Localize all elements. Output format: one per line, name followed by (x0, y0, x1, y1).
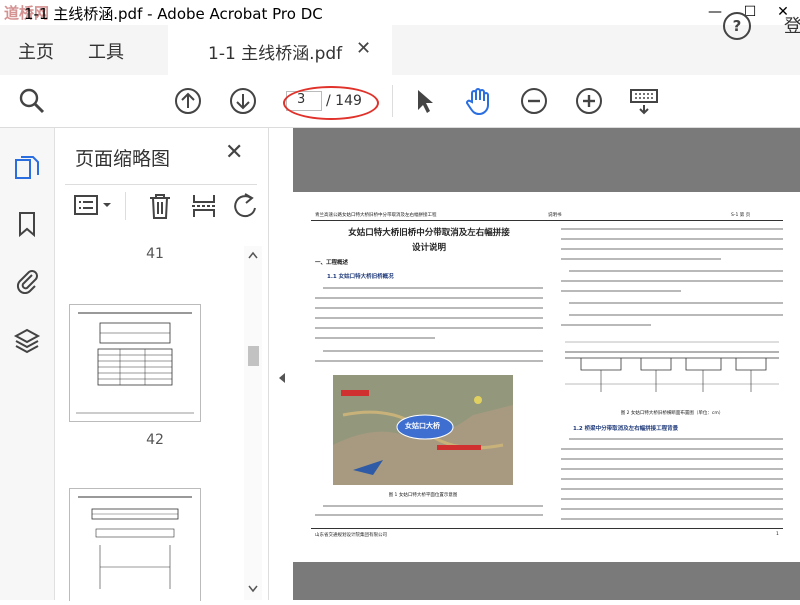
panel-close-button[interactable]: ✕ (225, 140, 243, 165)
figure-caption: 图 1 女姑口特大桥平面位置示意图 (388, 493, 458, 498)
body-text-line (561, 238, 783, 240)
toolbar-divider (125, 192, 126, 220)
body-text-line (315, 307, 543, 309)
footer-rule (311, 528, 783, 529)
page-thumbnail[interactable] (69, 304, 201, 422)
thumbnails-panel: 页面缩略图 ✕ 41 42 (55, 128, 267, 601)
section-heading: 一、工程概述 (315, 260, 349, 266)
panel-collapse-strip[interactable] (268, 128, 293, 600)
body-text-line (569, 270, 783, 272)
zoom-out-icon[interactable] (518, 85, 550, 117)
delete-icon[interactable] (147, 192, 173, 220)
body-text-line (315, 327, 543, 329)
document-title: 女姑口特大桥旧桥中分带取消及左右幅拼接 (348, 228, 510, 238)
section-heading: 1.1 女姑口特大桥旧桥概况 (327, 274, 394, 280)
figure-caption: 图 2 女姑口特大桥旧桥横断面布置图（单位：cm） (620, 411, 724, 416)
body-text-line (561, 324, 651, 326)
location-map: 女姑口大桥 (333, 375, 513, 485)
document-page: 青兰高速公路女姑口特大桥旧桥中分带取消及左右幅拼接工程 说明书 S-1 第 页 … (293, 192, 800, 562)
sign-in-link[interactable]: 登 (784, 12, 800, 38)
page-header-left: 青兰高速公路女姑口特大桥旧桥中分带取消及左右幅拼接工程 (315, 213, 437, 218)
body-text-line (561, 478, 783, 480)
search-icon[interactable] (16, 85, 48, 117)
collapse-panel-icon[interactable] (277, 372, 287, 384)
thumbnail-scrollbar[interactable] (244, 246, 262, 600)
keyboard-icon[interactable] (628, 85, 660, 117)
body-text-line (569, 314, 783, 316)
thumbnail-page-number: 42 (146, 432, 164, 448)
thumbnail-options-icon[interactable] (73, 192, 99, 218)
page-header-right: S-1 第 页 (731, 213, 751, 218)
body-text-line (561, 258, 721, 260)
page-footer-number: 1 (776, 532, 779, 537)
page-thumbnails-icon[interactable] (13, 154, 41, 182)
toolbar: 3 / 149 (0, 75, 800, 128)
hand-tool-icon[interactable] (462, 85, 494, 117)
body-text-line (561, 228, 783, 230)
body-text-line (561, 290, 681, 292)
chevron-down-icon[interactable] (102, 200, 112, 210)
scrollbar-thumb[interactable] (248, 346, 259, 366)
body-text-line (561, 280, 783, 282)
body-text-line (561, 448, 783, 450)
document-tab-close-button[interactable]: ✕ (356, 38, 371, 59)
body-text-line (315, 297, 543, 299)
tab-document[interactable]: 1-1 主线桥涵.pdf ✕ (168, 25, 392, 76)
body-text-line (561, 458, 783, 460)
attachment-icon[interactable] (13, 266, 41, 294)
bookmark-icon[interactable] (13, 210, 41, 238)
page-header-mid: 说明书 (548, 213, 562, 218)
body-text-line (323, 287, 543, 289)
body-text-line (315, 337, 435, 339)
body-text-line (315, 317, 543, 319)
title-bar: 道桥网 1-1 主线桥涵.pdf - Adobe Acrobat Pro DC … (0, 0, 800, 25)
select-cursor-icon[interactable] (408, 85, 440, 117)
extract-pages-icon[interactable] (190, 192, 218, 220)
body-text-line (561, 248, 783, 250)
tab-tools[interactable]: 工具 (88, 38, 124, 64)
body-text-line (315, 360, 543, 362)
page-thumbnail[interactable] (69, 488, 201, 601)
scroll-up-icon[interactable] (247, 250, 259, 260)
window-title: 1-1 主线桥涵.pdf - Adobe Acrobat Pro DC (24, 5, 323, 23)
tab-home[interactable]: 主页 (18, 38, 54, 64)
layers-icon[interactable] (13, 326, 41, 354)
page-footer-left: 山东省交通规划设计院集团有限公司 (315, 533, 387, 538)
body-text-line (561, 508, 783, 510)
thumbnail-page-preview (76, 312, 194, 414)
left-navigation-rail (0, 128, 55, 600)
help-icon[interactable]: ? (723, 12, 751, 40)
body-text-line (561, 468, 783, 470)
thumbnail-page-preview (78, 496, 192, 589)
document-subtitle: 设计说明 (411, 243, 446, 253)
panel-title: 页面缩略图 (75, 148, 171, 170)
body-text-line (561, 498, 783, 500)
body-text-line (561, 518, 783, 520)
thumbnail-page-number: 41 (146, 246, 164, 262)
toolbar-divider (392, 85, 393, 117)
section-heading: 1.2 桥梁中分带取消及左右幅拼接工程背景 (573, 426, 679, 432)
cross-section-drawing (565, 341, 779, 392)
page-up-icon[interactable] (172, 85, 204, 117)
page-down-icon[interactable] (227, 85, 259, 117)
body-text-line (315, 514, 543, 516)
body-text-line (323, 505, 543, 507)
body-text-line (323, 350, 543, 352)
body-text-line (569, 302, 783, 304)
rotate-icon[interactable] (231, 192, 259, 220)
header-rule (311, 220, 783, 221)
panel-divider (65, 184, 257, 185)
document-tab-label: 1-1 主线桥涵.pdf (208, 44, 343, 64)
scroll-down-icon[interactable] (247, 584, 259, 594)
body-text-line (561, 488, 783, 490)
map-label: 女姑口大桥 (405, 422, 440, 430)
body-text-line (569, 438, 783, 440)
zoom-in-icon[interactable] (573, 85, 605, 117)
red-ellipse-annotation (283, 86, 379, 120)
